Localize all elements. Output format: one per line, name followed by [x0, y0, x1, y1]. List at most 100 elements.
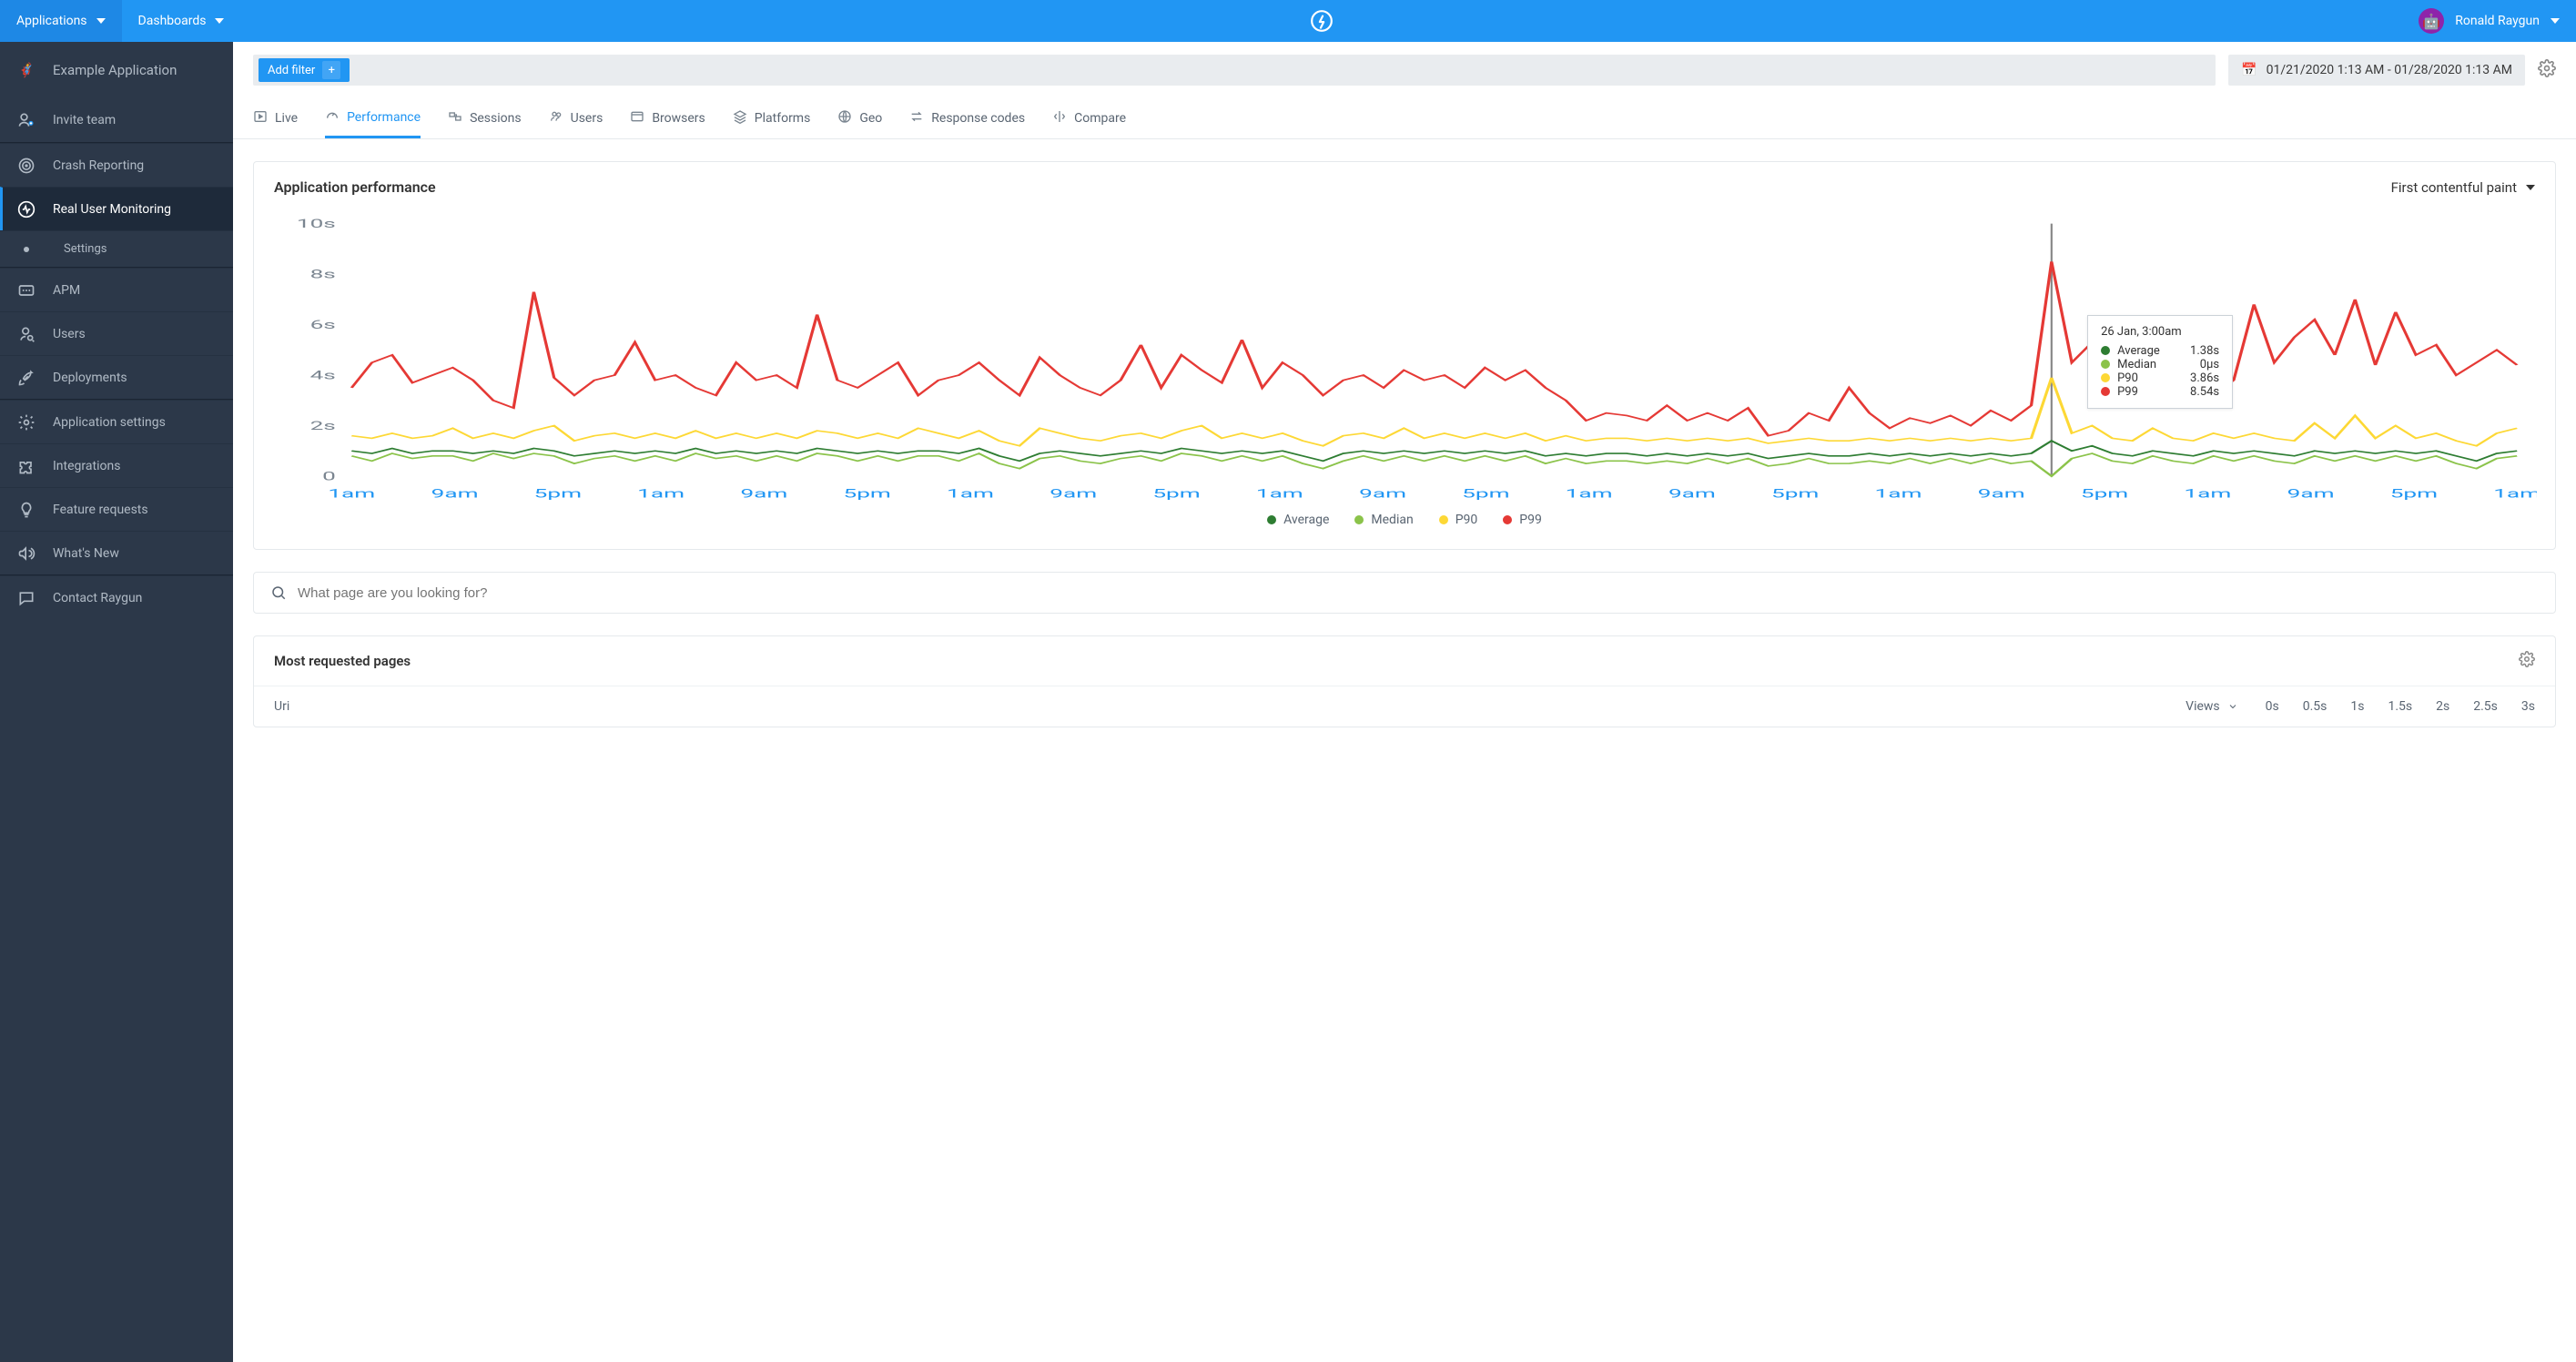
user-name: Ronald Raygun	[2455, 14, 2540, 28]
sidebar-item-users[interactable]: Users	[0, 311, 233, 355]
chart-card: Application performance First contentful…	[253, 161, 2556, 550]
svg-text:9am: 9am	[740, 487, 787, 501]
col-views[interactable]: Views	[2186, 699, 2238, 714]
settings-gear-button[interactable]	[2538, 59, 2556, 81]
sidebar-item-apm[interactable]: APM	[0, 268, 233, 311]
sidebar-item-application-settings[interactable]: Application settings	[0, 400, 233, 443]
date-range-picker[interactable]: 📅 01/21/2020 1:13 AM - 01/28/2020 1:13 A…	[2228, 55, 2525, 86]
caret-down-icon	[215, 18, 224, 24]
tab-browsers[interactable]: Browsers	[630, 98, 705, 138]
sidebar-item-integrations[interactable]: Integrations	[0, 443, 233, 487]
svg-text:5pm: 5pm	[1462, 487, 1509, 501]
sidebar-item-label: Deployments	[53, 371, 127, 385]
apm-icon	[16, 281, 36, 300]
tab-label: Performance	[347, 110, 421, 125]
svg-text:0: 0	[322, 470, 336, 483]
svg-text:1am: 1am	[2184, 487, 2231, 501]
svg-text:8s: 8s	[310, 268, 336, 281]
svg-text:1am: 1am	[328, 487, 375, 501]
svg-text:1am: 1am	[947, 487, 994, 501]
sidebar-item-invite-team[interactable]: Invite team	[0, 98, 233, 142]
table-settings-button[interactable]	[2519, 651, 2535, 671]
sidebar-item-label: Users	[53, 327, 86, 341]
megaphone-icon	[16, 544, 36, 563]
chart-tooltip: 26 Jan, 3:00am Average1.38sMedian0µsP903…	[2087, 315, 2233, 409]
col-uri[interactable]: Uri	[274, 699, 2186, 714]
tick-label: 0s	[2266, 699, 2279, 714]
sidebar-item-real-user-monitoring[interactable]: Real User Monitoring	[0, 187, 233, 230]
tab-platforms[interactable]: Platforms	[733, 98, 811, 138]
svg-text:10s: 10s	[297, 218, 336, 231]
nav-dashboards[interactable]: Dashboards	[122, 0, 241, 42]
compare-icon	[1052, 109, 1067, 127]
legend-item-median[interactable]: Median	[1354, 513, 1413, 527]
filter-bar: Add filter + 📅 01/21/2020 1:13 AM - 01/2…	[233, 42, 2576, 98]
app-icon: 🦸	[16, 62, 36, 78]
user-menu[interactable]: 🤖 Ronald Raygun	[2402, 8, 2576, 34]
plus-icon: +	[322, 61, 340, 79]
tab-performance[interactable]: Performance	[325, 98, 421, 138]
sidebar-item-contact-raygun[interactable]: Contact Raygun	[0, 575, 233, 619]
sidebar-item-deployments[interactable]: Deployments	[0, 355, 233, 399]
sidebar-item-label: APM	[53, 283, 80, 298]
chevron-down-icon	[2227, 701, 2238, 712]
chat-icon	[16, 589, 36, 607]
tab-response-codes[interactable]: Response codes	[909, 98, 1025, 138]
sidebar-item-label: What's New	[53, 546, 119, 561]
svg-text:9am: 9am	[1668, 487, 1716, 501]
add-filter-button[interactable]: Add filter +	[259, 58, 350, 82]
svg-text:9am: 9am	[2287, 487, 2335, 501]
sidebar-item-feature-requests[interactable]: Feature requests	[0, 487, 233, 531]
svg-text:1am: 1am	[1566, 487, 1613, 501]
timing-ticks: 0s0.5s1s1.5s2s2.5s3s	[2266, 699, 2535, 714]
chart-title: Application performance	[274, 178, 436, 196]
svg-text:5pm: 5pm	[2081, 487, 2128, 501]
avatar-icon: 🤖	[2419, 8, 2444, 34]
users-add-icon	[16, 111, 36, 129]
page-search-input[interactable]	[298, 585, 2539, 601]
tab-sessions[interactable]: Sessions	[448, 98, 522, 138]
gauge-icon	[325, 108, 340, 127]
sidebar-item-label: Integrations	[53, 459, 120, 473]
tab-label: Live	[275, 111, 298, 126]
tick-label: 3s	[2521, 699, 2535, 714]
tab-geo[interactable]: Geo	[837, 98, 882, 138]
sidebar-item-what-s-new[interactable]: What's New	[0, 531, 233, 574]
svg-text:4s: 4s	[310, 369, 336, 382]
bullet-icon	[24, 247, 29, 252]
tick-label: 2s	[2436, 699, 2449, 714]
filter-slot[interactable]: Add filter +	[253, 55, 2216, 86]
sidebar-item-label: Crash Reporting	[53, 158, 144, 173]
bulb-icon	[16, 501, 36, 519]
svg-text:5pm: 5pm	[1152, 487, 1200, 501]
sidebar-item-crash-reporting[interactable]: Crash Reporting	[0, 143, 233, 187]
tab-users[interactable]: Users	[549, 98, 603, 138]
page-search[interactable]	[253, 572, 2556, 614]
sidebar-item-settings[interactable]: Settings	[0, 230, 233, 267]
legend-dot-icon	[1267, 515, 1276, 524]
tick-label: 0.5s	[2303, 699, 2328, 714]
swap-icon	[909, 109, 924, 127]
sidebar-app-name: Example Application	[53, 62, 177, 78]
target-icon	[16, 157, 36, 175]
legend-item-p99[interactable]: P99	[1503, 513, 1542, 527]
nav-applications[interactable]: Applications	[0, 0, 122, 42]
tab-live[interactable]: Live	[253, 98, 298, 138]
metric-dropdown[interactable]: First contentful paint	[2391, 179, 2535, 196]
svg-text:1am: 1am	[1256, 487, 1303, 501]
legend-dot-icon	[1503, 515, 1512, 524]
table-title: Most requested pages	[274, 653, 411, 669]
chart-legend: Average Median P90 P99	[272, 505, 2537, 531]
sidebar-item-label: Contact Raygun	[53, 591, 142, 605]
legend-item-average[interactable]: Average	[1267, 513, 1329, 527]
legend-item-p90[interactable]: P90	[1439, 513, 1478, 527]
svg-text:5pm: 5pm	[2390, 487, 2438, 501]
users-icon	[549, 109, 563, 127]
tick-label: 1.5s	[2388, 699, 2413, 714]
sidebar-item-label: Feature requests	[53, 503, 148, 517]
svg-text:6s: 6s	[310, 319, 336, 332]
sidebar-app-header[interactable]: 🦸 Example Application	[0, 42, 233, 98]
sidebar-item-label: Application settings	[53, 415, 166, 430]
tab-compare[interactable]: Compare	[1052, 98, 1126, 138]
legend-dot-icon	[1354, 515, 1364, 524]
